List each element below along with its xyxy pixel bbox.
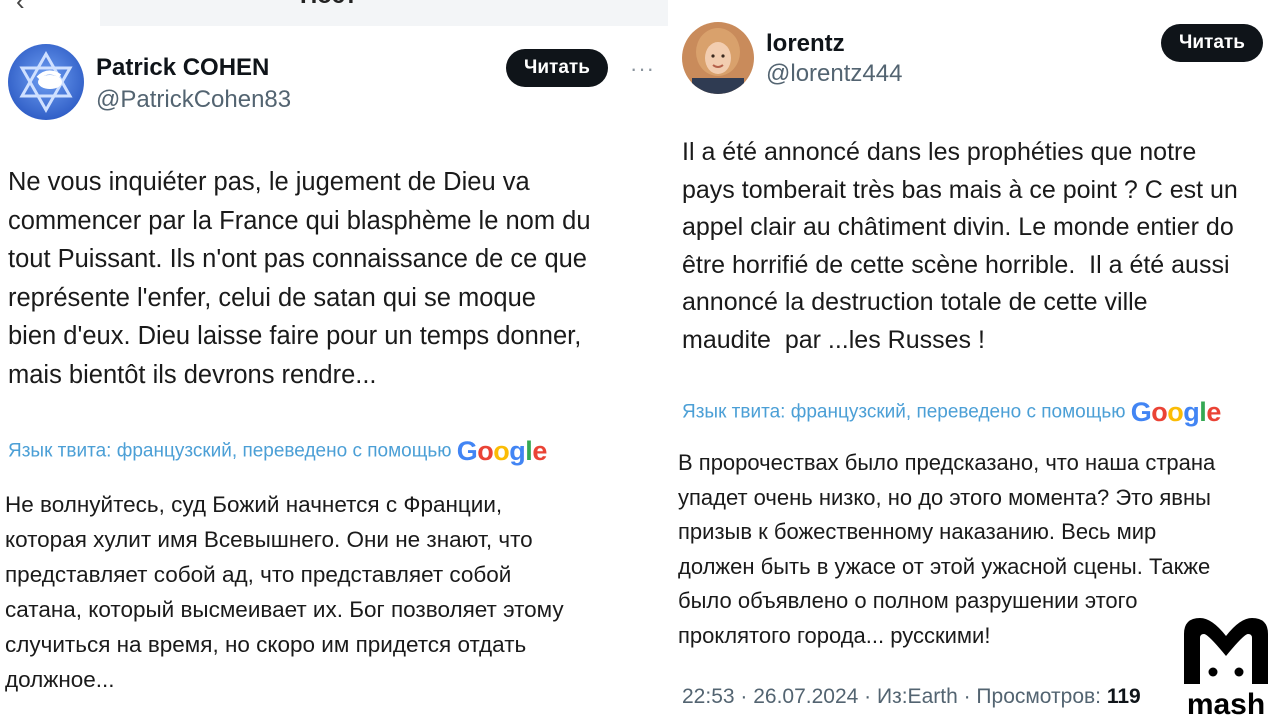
- tweet-translation: В пророчествах было предсказано, что наш…: [678, 450, 1216, 648]
- tweet-meta: 22:53 · 26.07.2024 · Из:Earth · Просмотр…: [682, 685, 1141, 709]
- left-post-panel: ‹ Пост Patrick COHEN @PatrickCohen83 Чит…: [0, 0, 668, 720]
- back-arrow-icon[interactable]: ‹: [16, 0, 25, 17]
- translation-note-label: Язык твита: французский, переведено с по…: [8, 440, 452, 462]
- avatar[interactable]: [8, 44, 84, 120]
- author-handle[interactable]: @lorentz444: [766, 60, 902, 88]
- tweet-source: Из:Earth: [877, 685, 958, 708]
- translation-note-label: Язык твита: французский, переведено с по…: [682, 401, 1126, 423]
- author-name[interactable]: Patrick COHEN: [96, 54, 269, 82]
- translation-note[interactable]: Язык твита: французский, переведено с по…: [682, 397, 1221, 428]
- svg-text:mash: mash: [1187, 688, 1265, 718]
- more-options-icon[interactable]: ···: [630, 56, 655, 82]
- google-logo-icon: Google: [1130, 397, 1222, 427]
- tweet-text: Il a été annoncé dans les prophéties que…: [682, 138, 1238, 354]
- page-title: Пост: [300, 0, 357, 10]
- google-logo-icon: Google: [456, 436, 548, 466]
- meta-separator: ·: [864, 685, 877, 708]
- meta-separator: ·: [963, 685, 977, 708]
- timestamp[interactable]: 22:53 · 26.07.2024: [682, 685, 858, 708]
- translation-note[interactable]: Язык твита: французский, переведено с по…: [8, 436, 547, 467]
- avatar[interactable]: [682, 22, 754, 94]
- author-handle[interactable]: @PatrickCohen83: [96, 86, 291, 114]
- mash-logo-icon: mash: [1176, 612, 1276, 721]
- follow-button[interactable]: Читать: [506, 49, 608, 87]
- tweet-text: Ne vous inquiéter pas, le jugement de Di…: [8, 168, 591, 389]
- follow-button[interactable]: Читать: [1161, 24, 1263, 62]
- views-label: Просмотров:: [976, 685, 1101, 708]
- top-bar: [100, 0, 668, 26]
- views-count: 119: [1106, 685, 1141, 708]
- author-name[interactable]: lorentz: [766, 30, 845, 58]
- tweet-translation: Не волнуйтесь, суд Божий начнется с Фран…: [5, 492, 564, 692]
